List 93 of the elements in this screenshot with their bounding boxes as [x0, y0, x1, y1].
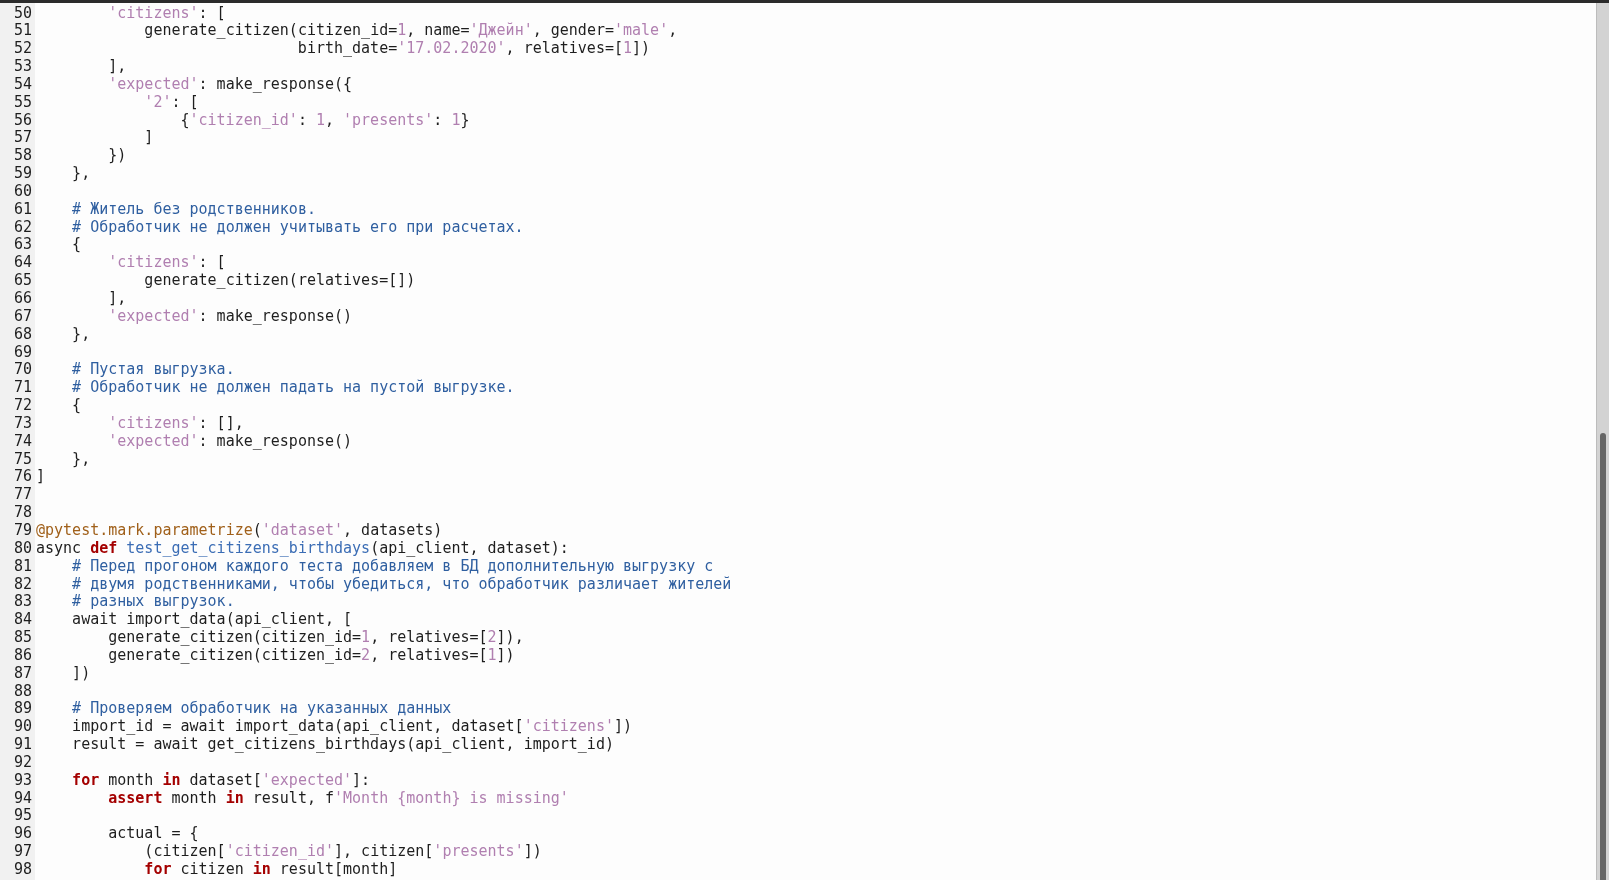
line-number: 71 [14, 378, 33, 397]
line-number: 78 [14, 503, 33, 522]
code-line: import_id = await import_data(api_client, dataset['citizens']) [72, 717, 633, 736]
line-number: 70 [14, 360, 33, 379]
code-line: # Житель без родственников. [72, 199, 316, 218]
code-line: 'expected': make_response({ [108, 74, 353, 93]
code-line: await import_data(api_client, [ [72, 610, 353, 629]
code-line: for citizen in result[month] [144, 860, 398, 878]
code-line: { [72, 396, 82, 415]
code-line: actual = { [108, 824, 199, 843]
code-line: # двумя родственниками, чтобы убедиться, что обработчик различает жителей [72, 574, 732, 593]
code-line: assert month in result, f'Month {month} is missing' [108, 788, 569, 807]
line-number: 94 [14, 788, 33, 807]
code-line: ], [108, 57, 127, 76]
line-number: 97 [14, 842, 33, 861]
line-number: 56 [14, 110, 33, 129]
line-number: 77 [14, 485, 33, 504]
vertical-scrollbar[interactable] [1596, 3, 1609, 880]
code-line: 'expected': make_response() [108, 306, 353, 325]
code-line: ], [108, 289, 127, 307]
line-number: 61 [14, 199, 33, 218]
code-line: # Перед прогоном каждого теста добавляем в БД дополнительную выгрузку с [72, 556, 714, 575]
code-line: { [72, 235, 82, 254]
line-number: 85 [14, 628, 33, 647]
line-number: 64 [14, 253, 33, 272]
code-line: @pytest.mark.parametrize('dataset', datasets) [36, 520, 443, 539]
code-line: }, [72, 164, 91, 183]
code-line: 'citizens': [ [108, 3, 226, 22]
line-number: 88 [14, 681, 33, 700]
line-number: 72 [14, 396, 33, 415]
line-number: 51 [14, 21, 33, 40]
line-number: 84 [14, 610, 33, 629]
code-line: birth_date='17.02.2020', relatives=[1]) [297, 39, 651, 58]
line-number: 90 [14, 717, 33, 736]
line-number: 74 [14, 431, 33, 450]
line-number: 96 [14, 824, 33, 843]
code-line: }, [72, 324, 91, 343]
line-number: 58 [14, 146, 33, 165]
code-line: # Обработчик не должен падать на пустой выгрузке. [72, 378, 515, 397]
line-number: 59 [14, 164, 33, 183]
line-number: 82 [14, 574, 33, 593]
code-line: }, [72, 449, 91, 468]
line-number: 91 [14, 735, 33, 754]
line-number: 81 [14, 556, 33, 575]
line-number: 62 [14, 217, 33, 236]
line-number: 68 [14, 324, 33, 343]
code-line: ] [36, 467, 46, 486]
line-number: 60 [14, 181, 33, 200]
code-line: 'expected': make_response() [108, 431, 353, 450]
code-line: generate_citizen(citizen_id=1, name='Джейн', gender='male', [144, 21, 678, 40]
code-line: '2': [ [144, 92, 199, 111]
line-number: 76 [14, 467, 33, 486]
code-line: async def test_get_citizens_birthdays(api_client, dataset): [36, 538, 569, 557]
line-number: 66 [14, 289, 33, 307]
code-line: # Проверяем обработчик на указанных данных [72, 699, 452, 718]
scrollbar-thumb[interactable] [1600, 433, 1606, 880]
line-number: 93 [14, 770, 33, 789]
code-line: # Пустая выгрузка. [72, 360, 235, 379]
line-number: 63 [14, 235, 33, 254]
code-line: (citizen['citizen_id'], citizen['presents']) [144, 842, 542, 861]
line-number: 80 [14, 538, 33, 557]
line-number: 52 [14, 39, 33, 58]
line-number: 73 [14, 413, 33, 432]
line-number: 98 [14, 860, 33, 878]
line-number: 69 [14, 342, 33, 361]
line-number: 57 [14, 128, 33, 147]
line-number: 87 [14, 663, 33, 682]
code-line: # Обработчик не должен учитывать его при расчетах. [72, 217, 524, 236]
line-number: 50 [14, 3, 33, 22]
line-number: 95 [14, 806, 33, 825]
line-number: 53 [14, 57, 33, 76]
code-line: for month in dataset['expected']: [72, 770, 371, 789]
code-line: # разных выгрузок. [72, 592, 235, 611]
line-number: 89 [14, 699, 33, 718]
line-number: 67 [14, 306, 33, 325]
line-number: 55 [14, 92, 33, 111]
code-line: generate_citizen(citizen_id=2, relatives=[1]) [108, 645, 515, 664]
line-number: 86 [14, 645, 33, 664]
code-line: result = await get_citizens_birthdays(api_client, import_id) [72, 735, 614, 754]
line-number: 92 [14, 752, 33, 771]
line-number: 83 [14, 592, 33, 611]
code-line: ] [144, 128, 154, 147]
line-number: 54 [14, 74, 33, 93]
line-number: 65 [14, 271, 33, 290]
code-line: }) [108, 146, 127, 165]
code-line: generate_citizen(citizen_id=1, relatives=[2]), [108, 628, 524, 647]
line-number: 79 [14, 520, 33, 539]
code-line: ]) [72, 663, 91, 682]
line-number: 75 [14, 449, 33, 468]
code-line: 'citizens': [], [108, 413, 244, 432]
code-line: generate_citizen(relatives=[]) [144, 271, 416, 290]
code-line: {'citizen_id': 1, 'presents': 1} [180, 110, 470, 129]
code-line: 'citizens': [ [108, 253, 226, 272]
